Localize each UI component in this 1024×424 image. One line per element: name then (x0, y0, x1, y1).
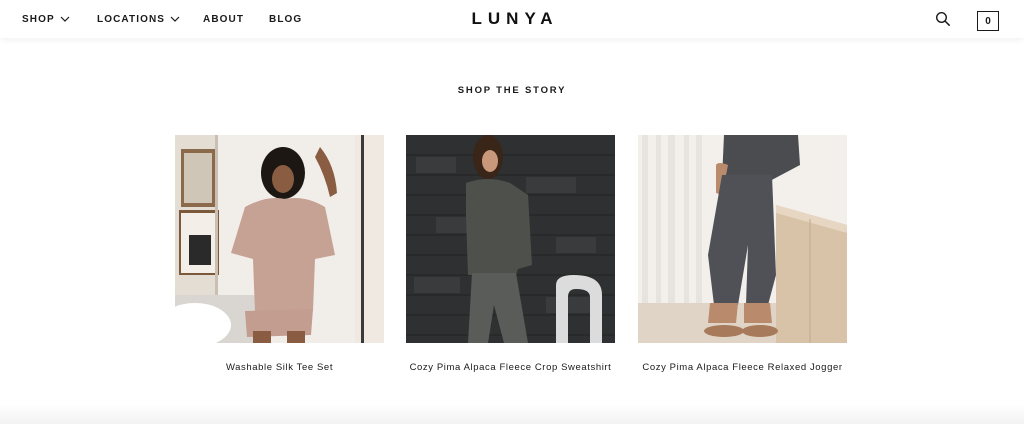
nav-shop-label: SHOP (22, 13, 55, 25)
nav-shop[interactable]: SHOP (22, 12, 70, 26)
chevron-down-icon (170, 16, 180, 22)
product-image[interactable] (406, 135, 615, 343)
nav-about[interactable]: ABOUT (203, 12, 244, 26)
product-card[interactable]: Cozy Pima Alpaca Fleece Relaxed Jogger (638, 135, 847, 373)
nav-locations[interactable]: LOCATIONS (97, 12, 180, 26)
section-title: SHOP THE STORY (457, 85, 567, 96)
nav-about-label: ABOUT (203, 13, 245, 25)
site-logo[interactable]: LUNYA (466, 9, 559, 28)
search-button[interactable] (935, 11, 951, 27)
product-photo (406, 135, 615, 343)
product-image[interactable] (175, 135, 384, 343)
nav-blog-label: BLOG (269, 13, 303, 25)
cart-button[interactable]: 0 (977, 11, 999, 31)
product-name[interactable]: Cozy Pima Alpaca Fleece Relaxed Jogger (638, 362, 847, 373)
search-icon (935, 11, 950, 26)
footer-shadow (0, 404, 1024, 424)
nav-locations-label: LOCATIONS (97, 13, 166, 25)
cart-count: 0 (985, 15, 991, 27)
chevron-down-icon (60, 16, 70, 22)
product-photo (175, 135, 384, 343)
site-header: SHOP LOCATIONS ABOUT BLOG LUNYA 0 (0, 0, 1024, 38)
nav-blog[interactable]: BLOG (269, 12, 302, 26)
product-name[interactable]: Cozy Pima Alpaca Fleece Crop Sweatshirt (406, 362, 615, 373)
product-photo (638, 135, 847, 343)
product-card[interactable]: Cozy Pima Alpaca Fleece Crop Sweatshirt (406, 135, 615, 373)
product-image[interactable] (638, 135, 847, 343)
product-name[interactable]: Washable Silk Tee Set (175, 362, 384, 373)
product-card[interactable]: Washable Silk Tee Set (175, 135, 384, 373)
